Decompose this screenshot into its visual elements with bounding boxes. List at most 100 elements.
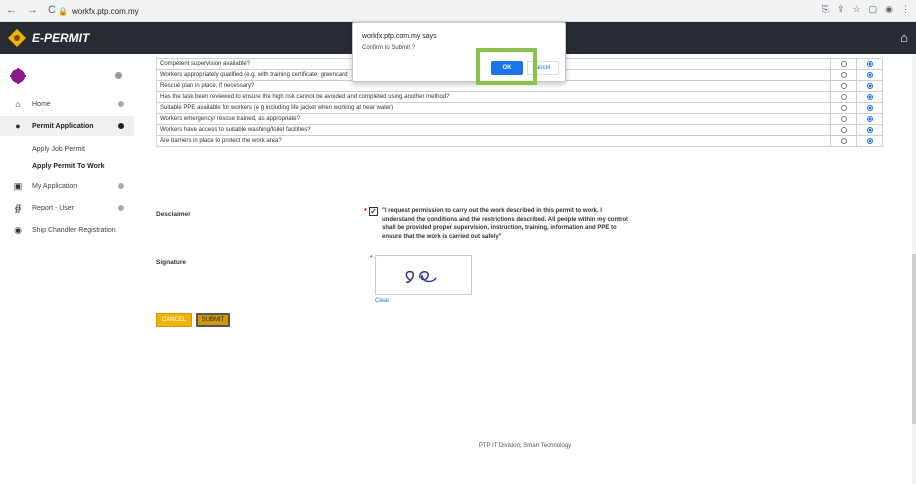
question-text: Has the task been reviewed to ensure the… (156, 91, 831, 103)
sidebar-item-label: Permit Application (32, 122, 94, 130)
home-icon[interactable]: ⌂ (900, 30, 908, 45)
radio-yes[interactable] (840, 137, 847, 144)
chart-icon: ∯ (14, 202, 22, 213)
radio-cell-yes (830, 91, 857, 103)
radio-cell-yes (830, 124, 857, 136)
radio-cell-yes (830, 80, 857, 92)
radio-yes[interactable] (840, 115, 847, 122)
radio-cell-no (856, 80, 883, 92)
signature-label: Signature (156, 259, 186, 266)
dialog-message: Confirm to Submit ? (362, 45, 416, 51)
dialog-title: workfx.ptp.com.my says (362, 33, 437, 40)
radio-yes[interactable] (840, 104, 847, 111)
forward-icon[interactable]: → (27, 4, 38, 16)
question-text: Workers emergency/ rescue trained, as ap… (156, 113, 831, 125)
lock-icon: 🔒 (58, 6, 68, 16)
reload-icon[interactable]: C (48, 4, 56, 16)
scrollbar-thumb[interactable] (912, 254, 916, 424)
radio-no[interactable] (866, 82, 873, 89)
radio-no[interactable] (866, 93, 873, 100)
window-icon[interactable]: ▢ (869, 4, 878, 15)
browser-nav: ← → C (6, 4, 56, 16)
radio-cell-yes (830, 113, 857, 125)
star-icon[interactable]: ☆ (853, 4, 861, 15)
url-text: workfx.ptp.com.my (71, 6, 139, 16)
question-text: Are barriers in place to protect the wor… (156, 135, 831, 147)
radio-cell-yes (830, 135, 857, 147)
menu-icon[interactable]: ⋮ (901, 4, 910, 15)
document-icon: ▣ (13, 180, 23, 191)
user-menu-dot (115, 72, 122, 79)
question-text: Workers have access to suitable washing/… (156, 124, 831, 136)
radio-cell-no (856, 58, 883, 70)
browser-toolbar: ← → C 🔒 workfx.ptp.com.my ⎘ ⇪ ☆ ▢ ◉ ⋮ (0, 0, 916, 22)
radio-yes[interactable] (840, 93, 847, 100)
radio-yes[interactable] (840, 60, 847, 67)
radio-no[interactable] (866, 104, 873, 111)
scrollbar[interactable] (912, 54, 916, 484)
bullet-icon (118, 123, 124, 129)
submit-button[interactable]: SUBMIT (196, 313, 230, 327)
sidebar-item-label: Ship Chandler Registration (32, 226, 116, 234)
upload-icon[interactable]: ⇪ (837, 4, 845, 15)
question-text: Suitable PPE available for workers (e g … (156, 102, 831, 114)
sidebar-item-my-application[interactable]: ▣ My Application (0, 176, 134, 196)
home-icon: ⌂ (15, 99, 21, 109)
share-icon[interactable]: ⎘ (822, 4, 829, 15)
disclaimer-text: "I request permission to carry out the w… (382, 208, 628, 241)
radio-cell-no (856, 69, 883, 81)
sidebar-item-ship-chandler-registration[interactable]: ◉ Ship Chandler Registration (0, 220, 134, 240)
radio-no[interactable] (866, 137, 873, 144)
radio-no[interactable] (866, 60, 873, 67)
user-profile[interactable] (8, 64, 126, 94)
clear-signature-link[interactable]: Clear (375, 298, 389, 304)
disclaimer-label: Desclaimer (156, 211, 191, 218)
highlight-box (476, 48, 537, 85)
table-row: Workers emergency/ rescue trained, as ap… (156, 113, 883, 125)
radio-cell-no (856, 124, 883, 136)
table-row: Has the task been reviewed to ensure the… (156, 91, 883, 103)
table-row: Suitable PPE available for workers (e g … (156, 102, 883, 114)
bullet-icon (118, 183, 124, 189)
avatar (10, 68, 26, 84)
radio-no[interactable] (866, 71, 873, 78)
bullet-icon (118, 101, 124, 107)
radio-cell-no (856, 113, 883, 125)
sidebar-item-apply-permit-to-work[interactable]: Apply Permit To Work (32, 163, 104, 170)
address-bar[interactable]: 🔒 workfx.ptp.com.my (58, 4, 139, 18)
required-marker: * (364, 208, 367, 215)
user-icon: ◉ (14, 224, 22, 235)
circle-icon: ● (15, 121, 21, 131)
profile-icon[interactable]: ◉ (885, 4, 893, 15)
radio-yes[interactable] (840, 126, 847, 133)
required-marker: * (370, 255, 373, 262)
sidebar-item-label: Home (32, 100, 51, 108)
sidebar-item-permit-application[interactable]: ● Permit Application (0, 116, 134, 136)
radio-no[interactable] (866, 126, 873, 133)
bullet-icon (118, 205, 124, 211)
table-row: Workers have access to suitable washing/… (156, 124, 883, 136)
table-row: Are barriers in place to protect the wor… (156, 135, 883, 147)
signature-pad[interactable] (375, 255, 472, 295)
back-icon[interactable]: ← (6, 4, 17, 16)
browser-tools: ⎘ ⇪ ☆ ▢ ◉ ⋮ (822, 4, 910, 15)
brand-title: E-PERMIT (32, 31, 90, 45)
disclaimer-checkbox[interactable]: ✓ (369, 207, 378, 216)
main-content: Competent supervision available? Workers … (134, 54, 916, 484)
cancel-button[interactable]: CANCEL (156, 313, 192, 327)
radio-cell-no (856, 91, 883, 103)
radio-cell-yes (830, 102, 857, 114)
logo-icon (8, 29, 26, 47)
sidebar-item-report-user[interactable]: ∯ Report - User (0, 198, 134, 218)
sidebar-item-home[interactable]: ⌂ Home (0, 94, 134, 114)
radio-cell-no (856, 135, 883, 147)
radio-yes[interactable] (840, 71, 847, 78)
radio-cell-yes (830, 58, 857, 70)
radio-cell-no (856, 102, 883, 114)
radio-no[interactable] (866, 115, 873, 122)
radio-cell-yes (830, 69, 857, 81)
footer-text: PTP IT Division, Smart Technology (478, 443, 572, 449)
sidebar-item-apply-job-permit[interactable]: Apply Job Permit (32, 146, 85, 153)
disclaimer: * ✓ "I request permission to carry out t… (364, 207, 629, 242)
radio-yes[interactable] (840, 82, 847, 89)
